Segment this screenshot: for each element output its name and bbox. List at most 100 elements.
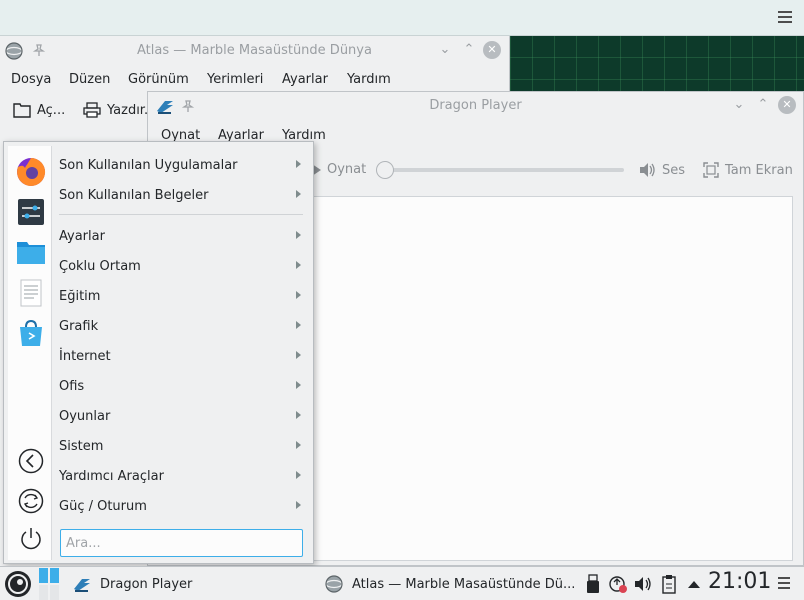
chevron-right-icon <box>296 441 301 449</box>
chevron-right-icon <box>296 381 301 389</box>
chevron-right-icon <box>296 351 301 359</box>
menu-item-multimedia[interactable]: Çoklu Ortam <box>59 251 307 281</box>
taskbar: Dragon Player Atlas — Marble Masaüstünde… <box>0 566 804 600</box>
menu-gorunum[interactable]: Görünüm <box>128 72 189 87</box>
update-notifier-icon[interactable] <box>608 573 628 595</box>
menu-item-recent-apps[interactable]: Son Kullanılan Uygulamalar <box>59 150 307 180</box>
menu-dosya[interactable]: Dosya <box>11 72 51 87</box>
chevron-right-icon <box>296 160 301 168</box>
maximize-button[interactable]: ⌃ <box>754 96 772 114</box>
menu-item-system[interactable]: Sistem <box>59 431 307 461</box>
menu-separator <box>59 214 303 215</box>
folder-open-icon <box>13 103 31 118</box>
volume-label: Ses <box>662 162 686 178</box>
menu-item-recent-documents[interactable]: Son Kullanılan Belgeler <box>59 180 307 210</box>
dragon-player-icon <box>74 579 90 592</box>
power-icon[interactable] <box>18 526 44 552</box>
fullscreen-icon <box>703 162 719 178</box>
menu-item-graphics[interactable]: Grafik <box>59 311 307 341</box>
close-button[interactable]: ✕ <box>778 96 796 114</box>
desktop-wallpaper <box>510 36 804 96</box>
usb-drive-icon[interactable] <box>583 573 603 595</box>
atlas-titlebar[interactable]: Atlas — Marble Masaüstünde Dünya ⌄ ⌃ ✕ <box>0 36 509 66</box>
menu-ayarlar[interactable]: Ayarlar <box>282 72 328 87</box>
task-label: Atlas — Marble Masaüstünde Dü... <box>352 576 576 592</box>
volume-icon[interactable] <box>633 573 653 595</box>
seek-slider[interactable] <box>376 161 624 179</box>
dragon-window-title: Dragon Player <box>429 98 522 113</box>
application-launcher-icon[interactable] <box>3 570 33 598</box>
menu-item-power-session[interactable]: Güç / Oturum <box>59 491 307 521</box>
atlas-menubar: Dosya Düzen Görünüm Yerimleri Ayarlar Ya… <box>0 66 509 94</box>
chevron-right-icon <box>296 261 301 269</box>
desktop-top-strip <box>0 0 804 36</box>
chevron-right-icon <box>296 190 301 198</box>
menu-item-label: Ofis <box>59 379 85 394</box>
menu-duzen[interactable]: Düzen <box>69 72 110 87</box>
chevron-right-icon <box>296 411 301 419</box>
hamburger-menu-icon[interactable] <box>778 11 792 23</box>
menu-item-internet[interactable]: İnternet <box>59 341 307 371</box>
favorites-column <box>8 146 52 560</box>
panel-options-icon[interactable] <box>778 577 790 589</box>
menu-yerimleri[interactable]: Yerimleri <box>207 72 263 87</box>
application-menu: Son Kullanılan Uygulamalar Son Kullanıla… <box>3 141 314 564</box>
chevron-right-icon <box>296 471 301 479</box>
restart-icon[interactable] <box>18 488 44 514</box>
menu-item-education[interactable]: Eğitim <box>59 281 307 311</box>
open-label: Aç... <box>37 102 66 118</box>
menu-item-label: Yardımcı Araçlar <box>59 469 164 484</box>
expand-tray-arrow-icon[interactable] <box>684 573 704 595</box>
speaker-icon <box>640 163 655 177</box>
clipboard-icon[interactable] <box>659 573 679 595</box>
close-button[interactable]: ✕ <box>483 41 501 59</box>
menu-item-office[interactable]: Ofis <box>59 371 307 401</box>
menu-item-label: Eğitim <box>59 289 101 304</box>
menu-item-label: Güç / Oturum <box>59 499 147 514</box>
menu-item-label: İnternet <box>59 349 111 364</box>
menu-item-utilities[interactable]: Yardımcı Araçlar <box>59 461 307 491</box>
atlas-window-title: Atlas — Marble Masaüstünde Dünya <box>137 43 372 58</box>
desktop-4[interactable] <box>50 585 59 600</box>
menu-search-input[interactable] <box>60 529 303 557</box>
menu-item-settings[interactable]: Ayarlar <box>59 221 307 251</box>
play-label: Oynat <box>327 162 367 177</box>
menu-item-games[interactable]: Oyunlar <box>59 401 307 431</box>
task-label: Dragon Player <box>100 576 193 592</box>
file-manager-icon[interactable] <box>15 236 47 268</box>
digital-clock[interactable]: 21:01 <box>708 569 771 594</box>
menu-item-label: Sistem <box>59 439 104 454</box>
task-atlas-marble[interactable]: Atlas — Marble Masaüstünde Dü... <box>324 571 575 597</box>
menu-item-label: Grafik <box>59 319 99 334</box>
menu-item-label: Son Kullanılan Belgeler <box>59 188 209 203</box>
fullscreen-button[interactable]: Tam Ekran <box>703 162 793 178</box>
software-center-icon[interactable] <box>15 317 47 349</box>
minimize-button[interactable]: ⌄ <box>436 41 454 59</box>
firefox-icon[interactable] <box>15 156 47 188</box>
fullscreen-label: Tam Ekran <box>725 162 793 178</box>
desktop-3[interactable] <box>39 585 48 600</box>
play-button[interactable]: Oynat <box>312 162 366 177</box>
desktop-1[interactable] <box>39 568 48 583</box>
menu-item-label: Çoklu Ortam <box>59 259 141 274</box>
print-button[interactable]: Yazdır... <box>83 102 156 118</box>
chevron-right-icon <box>296 231 301 239</box>
system-settings-icon[interactable] <box>15 196 47 228</box>
menu-yardim[interactable]: Yardım <box>347 72 391 87</box>
virtual-desktop-pager[interactable] <box>39 567 59 600</box>
back-arrow-icon[interactable] <box>18 448 44 474</box>
text-editor-icon[interactable] <box>15 277 47 309</box>
seek-handle[interactable] <box>376 161 394 179</box>
desktop-2[interactable] <box>50 568 59 583</box>
dragon-titlebar[interactable]: Dragon Player ⌄ ⌃ ✕ <box>148 92 803 120</box>
menu-item-label: Son Kullanılan Uygulamalar <box>59 158 238 173</box>
marble-globe-icon <box>325 575 343 593</box>
task-dragon-player[interactable]: Dragon Player <box>72 571 192 597</box>
printer-icon <box>83 102 101 118</box>
volume-button[interactable]: Ses <box>638 162 685 178</box>
open-button[interactable]: Aç... <box>13 102 65 118</box>
minimize-button[interactable]: ⌄ <box>730 96 748 114</box>
menu-item-label: Ayarlar <box>59 229 105 244</box>
chevron-right-icon <box>296 291 301 299</box>
maximize-button[interactable]: ⌃ <box>460 41 478 59</box>
